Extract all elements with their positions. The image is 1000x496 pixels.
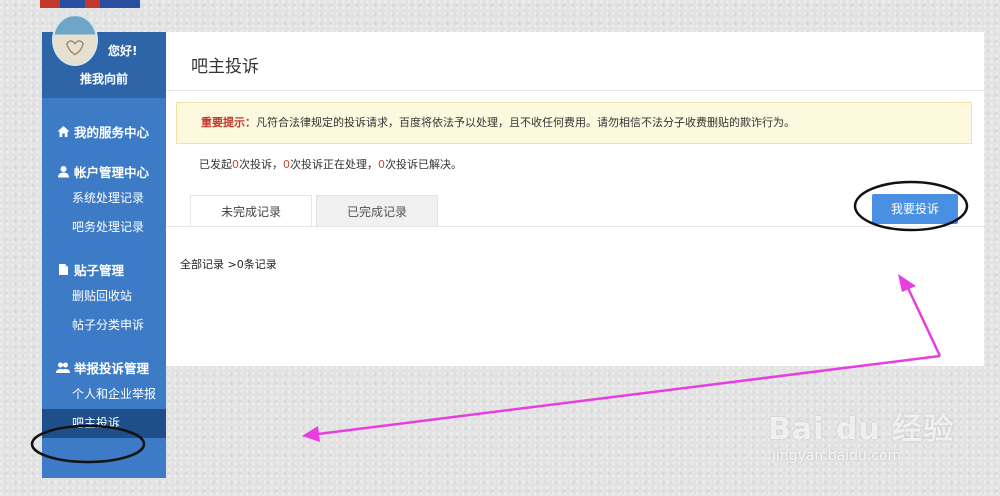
sidebar-item-label: 贴子管理: [74, 262, 125, 278]
sidebar-item-personal-report[interactable]: 个人和企业举报: [42, 380, 166, 409]
nav-group-account: 帐户管理中心 系统处理记录 吧务处理记录: [42, 158, 166, 242]
notice-tip-label: 重要提示：: [201, 116, 256, 129]
watermark: Bai du 经验 jingyan.baidu.com: [768, 382, 958, 472]
page-title: 吧主投诉: [191, 57, 259, 77]
sidebar-item-category-appeal[interactable]: 帖子分类申诉: [42, 311, 166, 340]
sidebar-item-system-records[interactable]: 系统处理记录: [42, 184, 166, 213]
nav-group-posts: 贴子管理 删贴回收站 帖子分类申诉: [42, 256, 166, 340]
stats-text: 次投诉已解决。: [385, 158, 462, 171]
user-icon: [56, 164, 70, 178]
greeting-text: 您好!: [108, 44, 138, 58]
complain-button[interactable]: 我要投诉: [872, 194, 958, 224]
sidebar-item-label: 帐户管理中心: [74, 164, 150, 180]
watermark-url: jingyan.baidu.com: [772, 448, 902, 464]
stats-text: 次投诉正在处理，: [290, 158, 378, 171]
stats-number-initiated: 0: [232, 158, 239, 171]
sidebar: 您好! 推我向前 我的服务中心 帐户管理中心 系统处理记录 吧务处理记录 贴子管…: [42, 14, 166, 478]
tab-completed[interactable]: 已完成记录: [316, 195, 438, 227]
home-icon: [56, 124, 70, 138]
sidebar-item-post-management[interactable]: 贴子管理: [42, 256, 166, 282]
sidebar-item-recycle-bin[interactable]: 删贴回收站: [42, 282, 166, 311]
site-logo[interactable]: [40, 0, 140, 8]
avatar[interactable]: [52, 14, 98, 66]
divider: [166, 90, 984, 91]
stats-number-resolved: 0: [378, 158, 385, 171]
sidebar-item-label: 我的服务中心: [74, 124, 150, 140]
sidebar-item-bar-records[interactable]: 吧务处理记录: [42, 213, 166, 242]
sidebar-nav: 我的服务中心 帐户管理中心 系统处理记录 吧务处理记录 贴子管理 删贴回收站 帖…: [42, 98, 166, 438]
divider: [166, 226, 984, 227]
avatar-heart-sand-icon: [54, 16, 96, 64]
stats-number-processing: 0: [283, 158, 290, 171]
watermark-brand: Bai du 经验: [768, 412, 955, 447]
arrow-head-icon: [302, 426, 320, 442]
document-icon: [56, 262, 70, 276]
notice-text: 凡符合法律规定的投诉请求，百度将依法予以处理，且不收任何费用。请勿相信不法分子收…: [256, 116, 795, 129]
sidebar-item-bar-owner-complaint[interactable]: 吧主投诉: [42, 409, 166, 438]
sidebar-item-service-center[interactable]: 我的服务中心: [42, 118, 166, 144]
record-tabs: 未完成记录 已完成记录: [190, 195, 442, 227]
tab-incomplete[interactable]: 未完成记录: [190, 195, 312, 227]
nav-group-report: 举报投诉管理 个人和企业举报 吧主投诉: [42, 354, 166, 438]
notice-banner: 重要提示：凡符合法律规定的投诉请求，百度将依法予以处理，且不收任何费用。请勿相信…: [176, 102, 972, 144]
sidebar-item-account-center[interactable]: 帐户管理中心: [42, 158, 166, 184]
records-summary: 全部记录 >0条记录: [180, 258, 277, 271]
profile-panel: 您好! 推我向前: [42, 14, 166, 98]
stats-text: 次投诉，: [239, 158, 283, 171]
main-panel: 吧主投诉 重要提示：凡符合法律规定的投诉请求，百度将依法予以处理，且不收任何费用…: [166, 32, 984, 366]
sidebar-item-label: 举报投诉管理: [74, 360, 150, 376]
stats-text: 已发起: [199, 158, 232, 171]
sidebar-item-report-management[interactable]: 举报投诉管理: [42, 354, 166, 380]
users-icon: [56, 360, 70, 374]
complaint-stats: 已发起0次投诉，0次投诉正在处理，0次投诉已解决。: [199, 156, 462, 172]
username[interactable]: 推我向前: [42, 70, 166, 87]
nav-group-service: 我的服务中心: [42, 118, 166, 144]
